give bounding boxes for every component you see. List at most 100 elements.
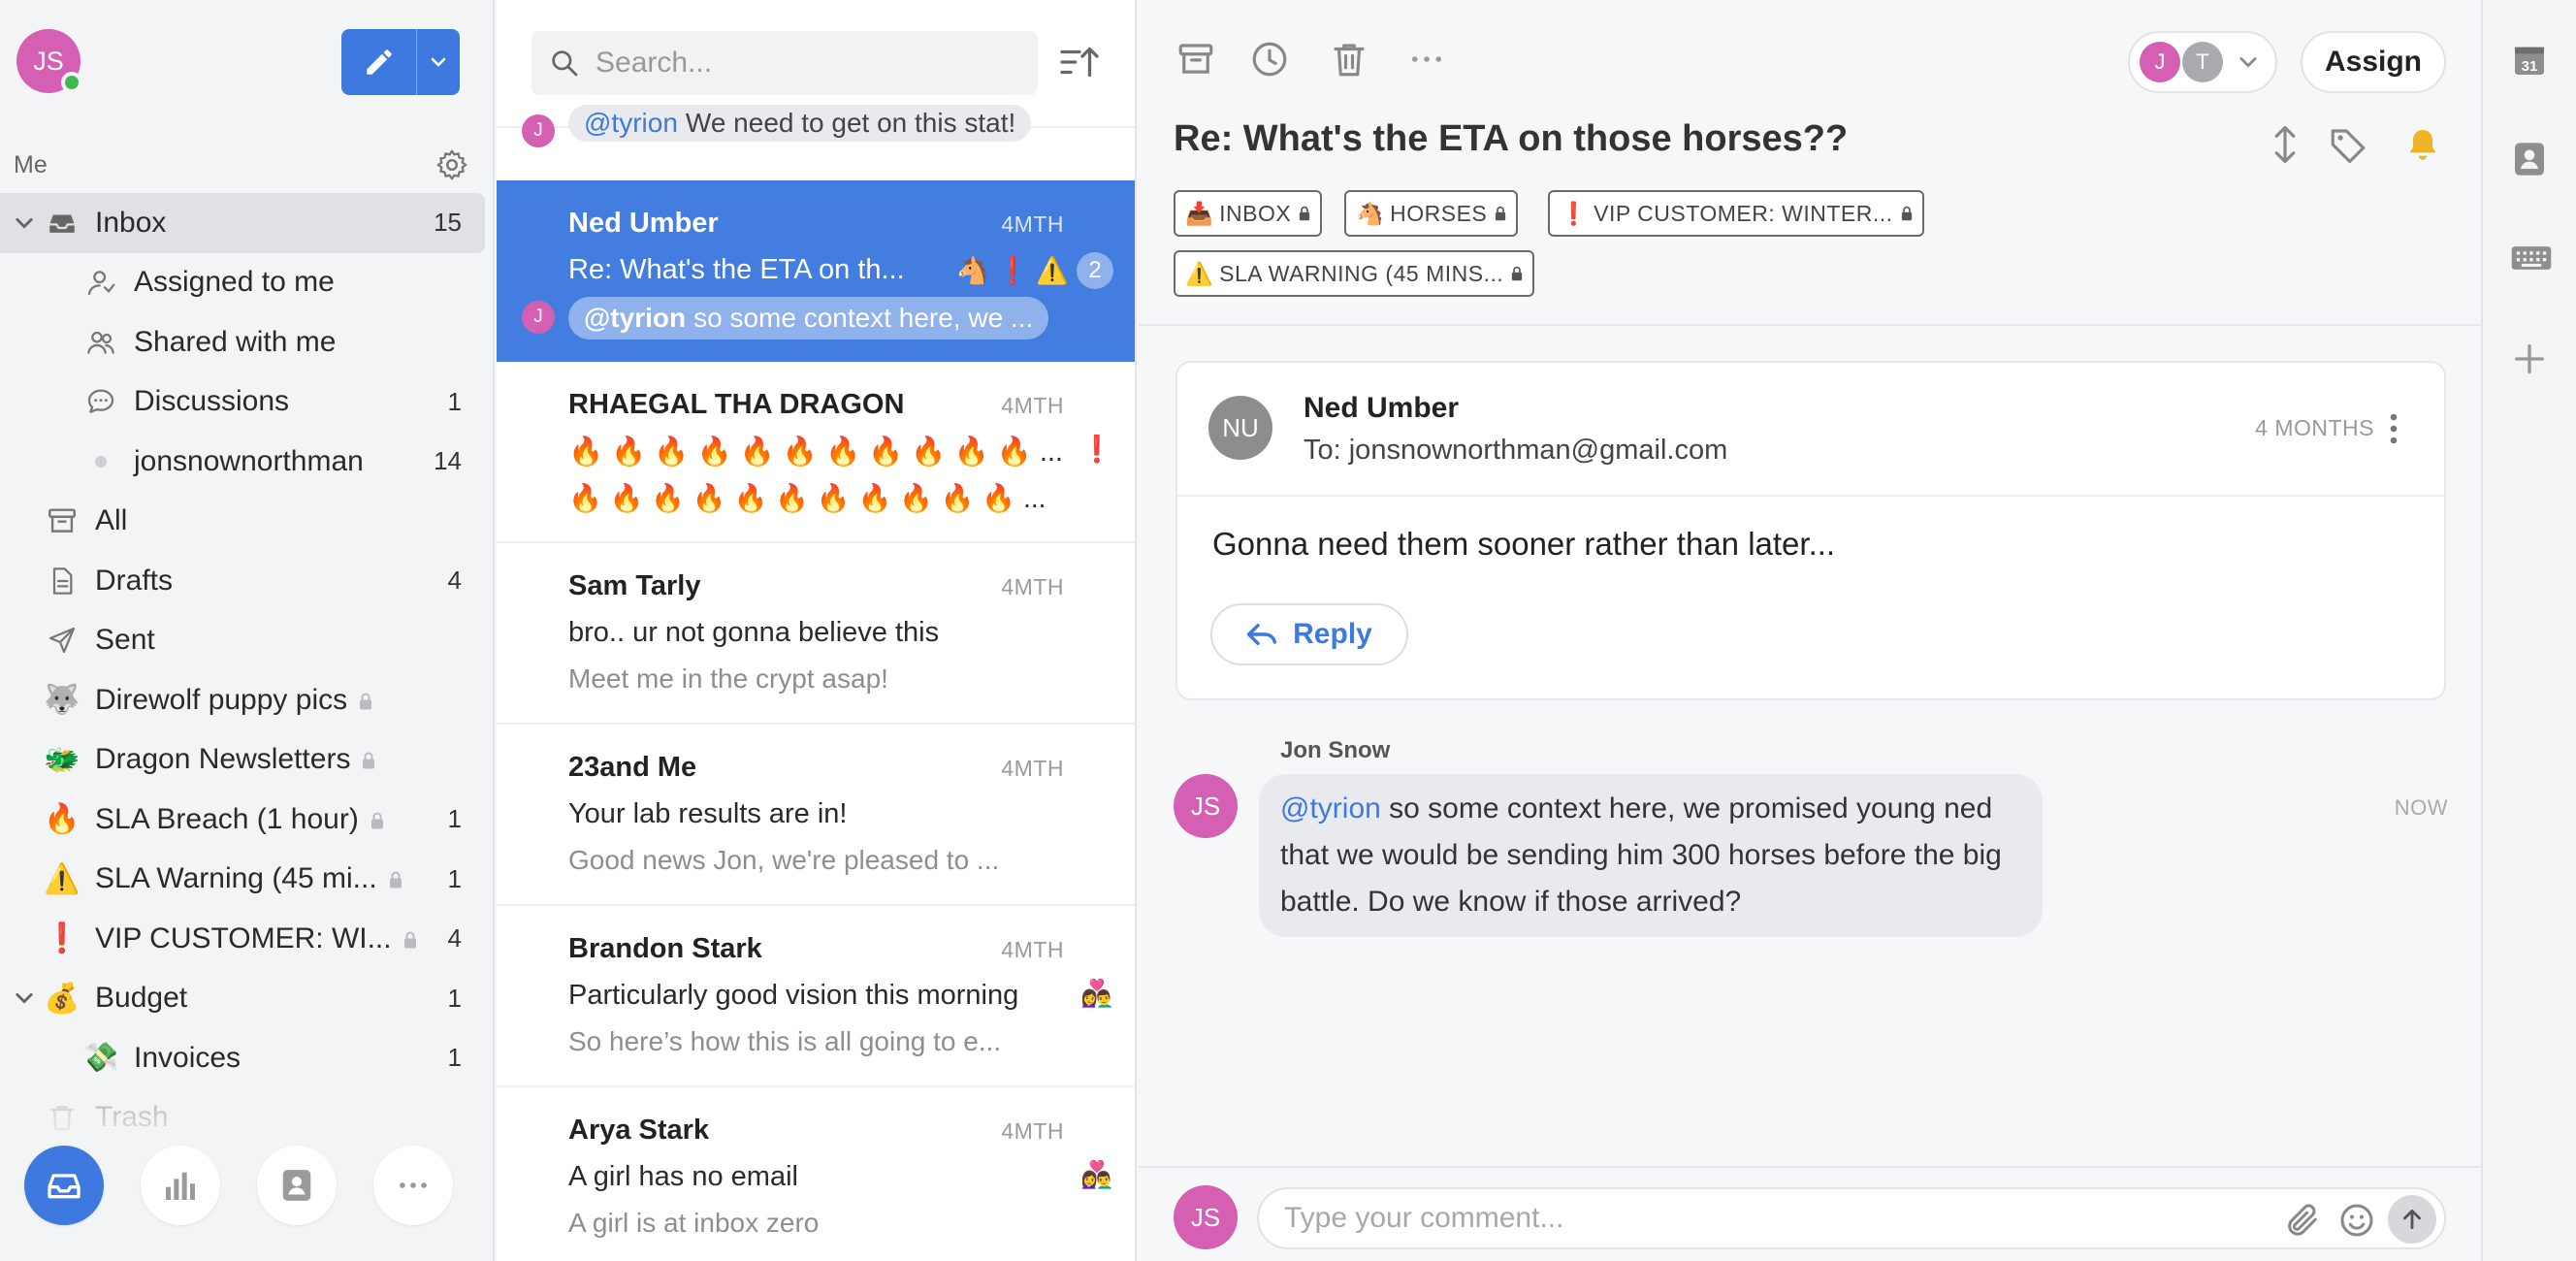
sidebar-item-count: 1 [447, 983, 462, 1013]
message-badges: ❗ [1080, 434, 1113, 465]
sidebar-item-label: Inbox [95, 206, 167, 239]
sidebar-item-drafts[interactable]: Drafts 4 [0, 551, 485, 611]
message-list-item[interactable]: 23and Me 4MTH Your lab results are in! Good… [497, 725, 1135, 906]
message-time: 4MTH [1001, 937, 1064, 962]
mention-link[interactable]: @tyrion [1280, 792, 1381, 824]
sidebar-item-shared-with-me[interactable]: Shared with me [0, 312, 485, 372]
email-body: Gonna need them sooner rather than later… [1212, 526, 1836, 562]
pencil-icon[interactable] [341, 29, 417, 95]
message-sender: Ned Umber [568, 208, 719, 239]
sidebar-item-budget[interactable]: 💰 Budget 1 [0, 969, 485, 1029]
discussions-icon [83, 384, 118, 419]
message-subject: Re: What's the ETA on th... [568, 254, 905, 285]
sidebar: JS Me Inbox 15 Assigned to me Shared with m… [0, 0, 495, 1261]
contacts-button[interactable] [257, 1146, 337, 1225]
expand-collapse-icon[interactable] [2268, 124, 2302, 165]
comment-preview: @tyrion so some context here, we ... [568, 297, 1049, 340]
sidebar-item-sent[interactable]: Sent [0, 611, 485, 671]
sidebar-item-inbox[interactable]: Inbox 15 [0, 193, 485, 253]
tag-icon[interactable] [2328, 124, 2368, 165]
inbox-view-button[interactable] [24, 1146, 104, 1225]
sidebar-item-invoices[interactable]: 💸 Invoices 1 [0, 1028, 485, 1088]
composer-initials: JS [1190, 1202, 1221, 1232]
message-list-item[interactable]: RHAEGAL THA DRAGON 4MTH 🔥 🔥 🔥 🔥 🔥 🔥 🔥 🔥 🔥 … [497, 362, 1135, 543]
send-comment-button[interactable] [2388, 1195, 2436, 1244]
lock-icon [403, 931, 417, 949]
message-subject: Your lab results are in! [568, 798, 848, 829]
analytics-button[interactable] [141, 1146, 220, 1225]
bell-icon[interactable] [2403, 124, 2442, 165]
snooze-clock-icon[interactable] [1249, 39, 1290, 80]
conversation-tag[interactable]: ❗ VIP CUSTOMER: WINTER... [1548, 190, 1924, 237]
comment-avatar-initial: J [533, 120, 543, 141]
message-list-item[interactable]: Brandon Stark 4MTH Particularly good visio… [497, 906, 1135, 1087]
sidebar-item-sla-breach-1-hour[interactable]: 🔥 SLA Breach (1 hour) 1 [0, 790, 485, 850]
tag-label: SLA WARNING (45 MINS... [1219, 260, 1504, 286]
composer-divider [1139, 1166, 2481, 1168]
comment-composer[interactable] [1257, 1187, 2446, 1249]
comment-author-avatar: JS [1174, 774, 1238, 838]
email-from: Ned Umber [1304, 392, 1460, 424]
sidebar-item-label: Direwolf puppy pics [95, 684, 372, 717]
sidebar-item-label: Invoices [134, 1041, 242, 1074]
sidebar-item-assigned-to-me[interactable]: Assigned to me [0, 253, 485, 313]
message-list-item[interactable]: Arya Stark 4MTH A girl has no email 👩‍❤️‍👨 A… [497, 1087, 1135, 1261]
sidebar-item-all[interactable]: All [0, 492, 485, 552]
comment-avatar: J [522, 301, 555, 334]
paperclip-icon[interactable] [2283, 1201, 2322, 1240]
compose-dropdown-chevron-icon[interactable] [417, 29, 460, 95]
message-time: 4MTH [1001, 1118, 1064, 1144]
lock-icon [1299, 206, 1310, 221]
user-avatar[interactable]: JS [16, 29, 82, 93]
assign-button[interactable]: Assign [2301, 31, 2446, 93]
message-list-item[interactable]: Sam Tarly 4MTH bro.. ur not gonna believe … [497, 543, 1135, 725]
gear-icon[interactable] [435, 147, 469, 182]
lock-icon [1511, 266, 1523, 281]
chevron-down-icon[interactable] [13, 211, 36, 235]
emoji-icon: ⚠️ [44, 862, 80, 895]
calendar-icon[interactable]: 31 [2510, 41, 2549, 80]
conversation-tag[interactable]: 🐴 HORSES [1344, 190, 1519, 237]
plus-icon[interactable] [2510, 340, 2549, 378]
sidebar-item-vip-customer-wi[interactable]: ❗ VIP CUSTOMER: WI... 4 [0, 909, 485, 969]
comment-author: Jon Snow [1280, 737, 1391, 763]
search-box[interactable] [531, 31, 1038, 95]
sidebar-item-jonsnownorthman[interactable]: jonsnownorthman 14 [0, 432, 485, 492]
keyboard-icon[interactable] [2510, 241, 2553, 275]
message-subject: A girl has no email [568, 1161, 798, 1192]
more-actions-icon[interactable] [1406, 39, 1447, 80]
reply-button[interactable]: Reply [1210, 603, 1408, 665]
assignee-initial: J [2154, 49, 2166, 74]
message-list: Ned Umber 4MTH Re: What's the ETA on th...… [497, 180, 1135, 1261]
comment-input[interactable] [1282, 1201, 2233, 1236]
lock-icon [1495, 206, 1506, 221]
sent-icon [45, 623, 80, 658]
sidebar-item-discussions[interactable]: Discussions 1 [0, 372, 485, 433]
kebab-menu-icon[interactable] [2388, 411, 2399, 446]
emoji-icon: 🐲 [44, 743, 80, 776]
more-apps-button[interactable] [373, 1146, 453, 1225]
partial-list-item[interactable]: J @tyrion We need to get on this stat! [497, 105, 1135, 180]
message-preview: Good news Jon, we're pleased to ... [568, 845, 1000, 875]
contact-card-icon[interactable] [2510, 140, 2549, 178]
archive-icon[interactable] [1175, 39, 1216, 80]
sort-icon[interactable] [1059, 43, 1100, 81]
emoji-smiley-icon[interactable] [2337, 1201, 2376, 1240]
assignees-dropdown[interactable]: J T [2128, 31, 2277, 93]
tag-emoji-icon: ⚠️ [1185, 260, 1214, 286]
bar-chart-icon [161, 1166, 200, 1205]
compose-button[interactable] [341, 29, 460, 95]
trash-icon[interactable] [1329, 39, 1369, 80]
sidebar-item-dragon-newsletters[interactable]: 🐲 Dragon Newsletters [0, 730, 485, 791]
search-input[interactable] [594, 46, 1001, 81]
sidebar-item-direwolf-puppy-pics[interactable]: 🐺 Direwolf puppy pics [0, 670, 485, 730]
sidebar-item-sla-warning-45-mi[interactable]: ⚠️ SLA Warning (45 mi... 1 [0, 850, 485, 910]
comment-preview: @tyrion We need to get on this stat! [568, 105, 1032, 142]
message-count-badge: 2 [1077, 252, 1113, 289]
chevron-down-icon[interactable] [13, 986, 36, 1010]
message-list-item[interactable]: Ned Umber 4MTH Re: What's the ETA on th...… [497, 180, 1135, 362]
conversation-tag[interactable]: ⚠️ SLA WARNING (45 MINS... [1174, 250, 1535, 297]
assignee-avatar: T [2182, 42, 2223, 82]
assignee-avatar: J [2140, 42, 2180, 82]
conversation-tag[interactable]: 📥 INBOX [1174, 190, 1323, 237]
